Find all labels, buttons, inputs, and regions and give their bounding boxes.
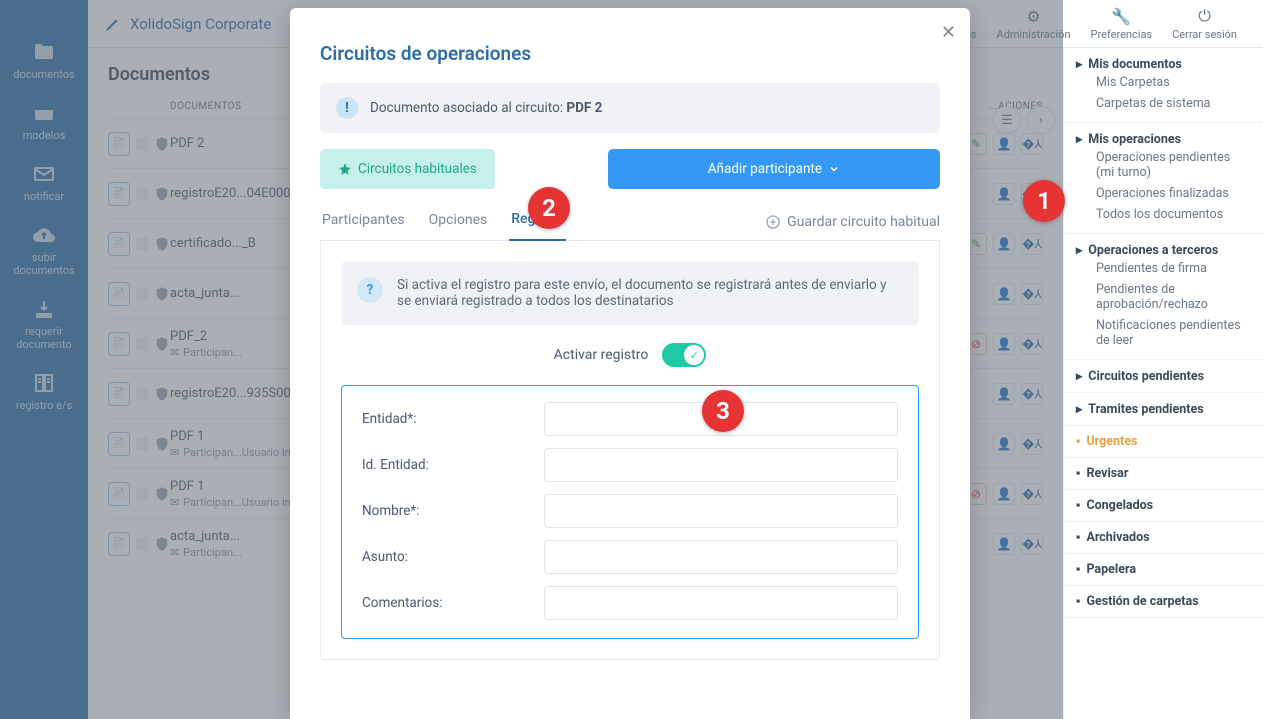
right-item[interactable]: Notificaciones pendientes de leer (1076, 315, 1251, 351)
modal-title: Circuitos de operaciones (320, 42, 940, 65)
assoc-label: Documento asociado al circuito: (370, 100, 566, 116)
right-section[interactable]: ▪Revisar (1064, 458, 1263, 490)
toggle-knob: ✓ (684, 345, 704, 365)
label-asunto: Asunto: (362, 549, 532, 565)
annotation-marker-2: 2 (528, 187, 570, 229)
plus-circle-icon (765, 214, 781, 230)
right-item[interactable]: Pendientes de aprobación/rechazo (1076, 279, 1251, 315)
right-section: ▸Tramites pendientes (1064, 393, 1263, 426)
tab-opciones[interactable]: Opciones (427, 204, 490, 240)
right-section[interactable]: ▪Urgentes (1064, 426, 1263, 458)
registro-info-box: ? Si activa el registro para este envío,… (341, 261, 919, 325)
right-section-head[interactable]: ▸Tramites pendientes (1076, 401, 1251, 417)
right-item[interactable]: Mis Carpetas (1076, 72, 1251, 93)
annotation-marker-1: 1 (1023, 180, 1065, 222)
right-section: ▸Mis documentosMis CarpetasCarpetas de s… (1064, 48, 1263, 123)
right-section-head[interactable]: ▸Mis operaciones (1076, 131, 1251, 147)
label-comentarios: Comentarios: (362, 595, 532, 611)
doc-associated-box: ! Documento asociado al circuito: PDF 2 (320, 83, 940, 133)
right-item[interactable]: Pendientes de firma (1076, 258, 1251, 279)
right-section-head[interactable]: ▪Revisar (1076, 466, 1251, 481)
label-id-entidad: Id. Entidad: (362, 457, 532, 473)
tab-content-registro: ? Si activa el registro para este envío,… (320, 240, 940, 660)
activar-registro-toggle[interactable]: ✓ (662, 343, 706, 367)
info-icon: ! (336, 97, 358, 119)
close-icon[interactable]: ✕ (941, 22, 956, 43)
right-item[interactable]: Carpetas de sistema (1076, 93, 1251, 114)
save-circuit-button[interactable]: Guardar circuito habitual (765, 214, 940, 230)
chevron-down-icon (828, 163, 840, 175)
right-section-head[interactable]: ▪Urgentes (1076, 434, 1251, 449)
right-section-head[interactable]: ▸Operaciones a terceros (1076, 242, 1251, 258)
right-section: ▸Operaciones a tercerosPendientes de fir… (1064, 234, 1263, 360)
right-section-head[interactable]: ▪Papelera (1076, 562, 1251, 577)
star-icon (338, 162, 352, 176)
circuitos-habituales-button[interactable]: Circuitos habituales (320, 149, 495, 189)
right-item[interactable]: Todos los documentos (1076, 204, 1251, 225)
right-panel: ▸Mis documentosMis CarpetasCarpetas de s… (1063, 48, 1263, 719)
right-section: ▸Mis operacionesOperaciones pendientes (… (1064, 123, 1263, 234)
activar-registro-label: Activar registro (554, 347, 649, 363)
input-asunto[interactable] (544, 540, 898, 574)
right-section[interactable]: ▪Archivados (1064, 522, 1263, 554)
assoc-doc: PDF 2 (566, 100, 602, 116)
right-item[interactable]: Operaciones pendientes (mi turno) (1076, 147, 1251, 183)
tab-participantes[interactable]: Participantes (320, 204, 407, 240)
right-section-head[interactable]: ▪Congelados (1076, 498, 1251, 513)
right-section: ▸Circuitos pendientes (1064, 360, 1263, 393)
input-comentarios[interactable] (544, 586, 898, 620)
input-id-entidad[interactable] (544, 448, 898, 482)
top-link-logout[interactable]: ⏻Cerrar sesión (1162, 6, 1247, 41)
right-item[interactable]: Operaciones finalizadas (1076, 183, 1251, 204)
right-section-head[interactable]: ▪Gestión de carpetas (1076, 594, 1251, 609)
right-section-head[interactable]: ▸Circuitos pendientes (1076, 368, 1251, 384)
right-section[interactable]: ▪Congelados (1064, 490, 1263, 522)
label-entidad: Entidad*: (362, 411, 532, 427)
input-nombre[interactable] (544, 494, 898, 528)
registro-form: Entidad*: Id. Entidad: Nombre*: Asunto: … (341, 385, 919, 639)
right-section[interactable]: ▪Gestión de carpetas (1064, 586, 1263, 618)
add-participant-button[interactable]: Añadir participante (608, 149, 940, 189)
annotation-marker-3: 3 (702, 390, 744, 432)
modal-tabs: Participantes Opciones Registro Guardar … (320, 203, 940, 241)
right-section-head[interactable]: ▸Mis documentos (1076, 56, 1251, 72)
right-section-head[interactable]: ▪Archivados (1076, 530, 1251, 545)
modal-circuitos: ✕ Circuitos de operaciones ! Documento a… (290, 8, 970, 719)
label-nombre: Nombre*: (362, 503, 532, 519)
right-section[interactable]: ▪Papelera (1064, 554, 1263, 586)
question-icon: ? (357, 277, 383, 303)
top-link-prefs[interactable]: 🔧Preferencias (1081, 7, 1163, 41)
registro-info-text: Si activa el registro para este envío, e… (397, 277, 903, 309)
